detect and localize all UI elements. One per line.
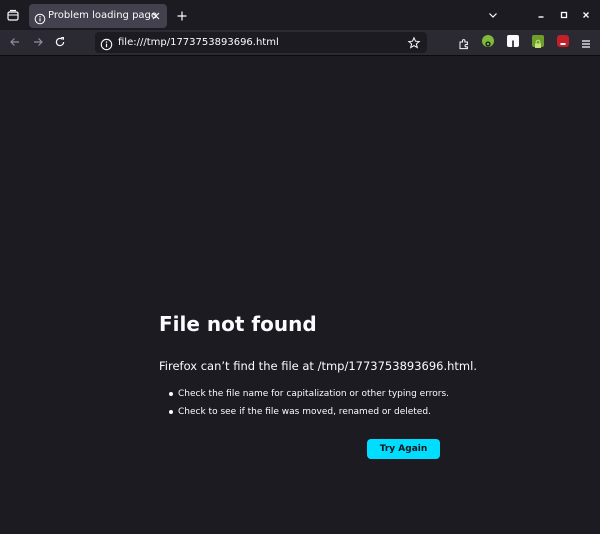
url-bar[interactable]: file:///tmp/1773753893696.html (95, 32, 427, 53)
tab-strip: Problem loading page (0, 0, 600, 30)
bookmark-star-icon[interactable] (407, 35, 421, 49)
extension-white-icon[interactable] (507, 35, 519, 48)
back-arrow-icon[interactable] (8, 35, 22, 49)
tab-title: Problem loading page (48, 10, 158, 21)
hamburger-menu-icon[interactable] (580, 35, 592, 48)
extension-lock-icon[interactable] (532, 35, 544, 48)
try-again-button[interactable]: Try Again (367, 439, 440, 459)
minimize-icon[interactable] (534, 8, 548, 22)
reload-icon[interactable] (53, 35, 67, 49)
suggestion-list: Check the file name for capitalization o… (168, 385, 449, 421)
close-window-icon[interactable] (579, 8, 593, 22)
extension-ublock-icon[interactable] (557, 35, 569, 47)
error-title: File not found (159, 312, 317, 336)
error-page: File not found Firefox can’t find the fi… (0, 56, 600, 534)
info-icon (34, 10, 46, 25)
error-description: Firefox can’t find the file at /tmp/1773… (159, 359, 477, 373)
tab-active[interactable]: Problem loading page (29, 4, 167, 28)
maximize-icon[interactable] (557, 8, 571, 22)
list-item: Check the file name for capitalization o… (168, 385, 449, 403)
extension-green-icon[interactable] (482, 35, 494, 47)
list-item: Check to see if the file was moved, rena… (168, 403, 449, 421)
url-text[interactable]: file:///tmp/1773753893696.html (118, 36, 279, 49)
extension-puzzle-icon[interactable] (458, 35, 470, 50)
close-tab-icon[interactable] (149, 9, 163, 23)
new-tab-icon[interactable] (175, 8, 189, 22)
tab-list-icon[interactable] (4, 6, 22, 24)
chevron-down-icon[interactable] (486, 8, 500, 22)
site-info-icon[interactable] (100, 36, 113, 51)
forward-arrow-icon[interactable] (31, 35, 45, 49)
